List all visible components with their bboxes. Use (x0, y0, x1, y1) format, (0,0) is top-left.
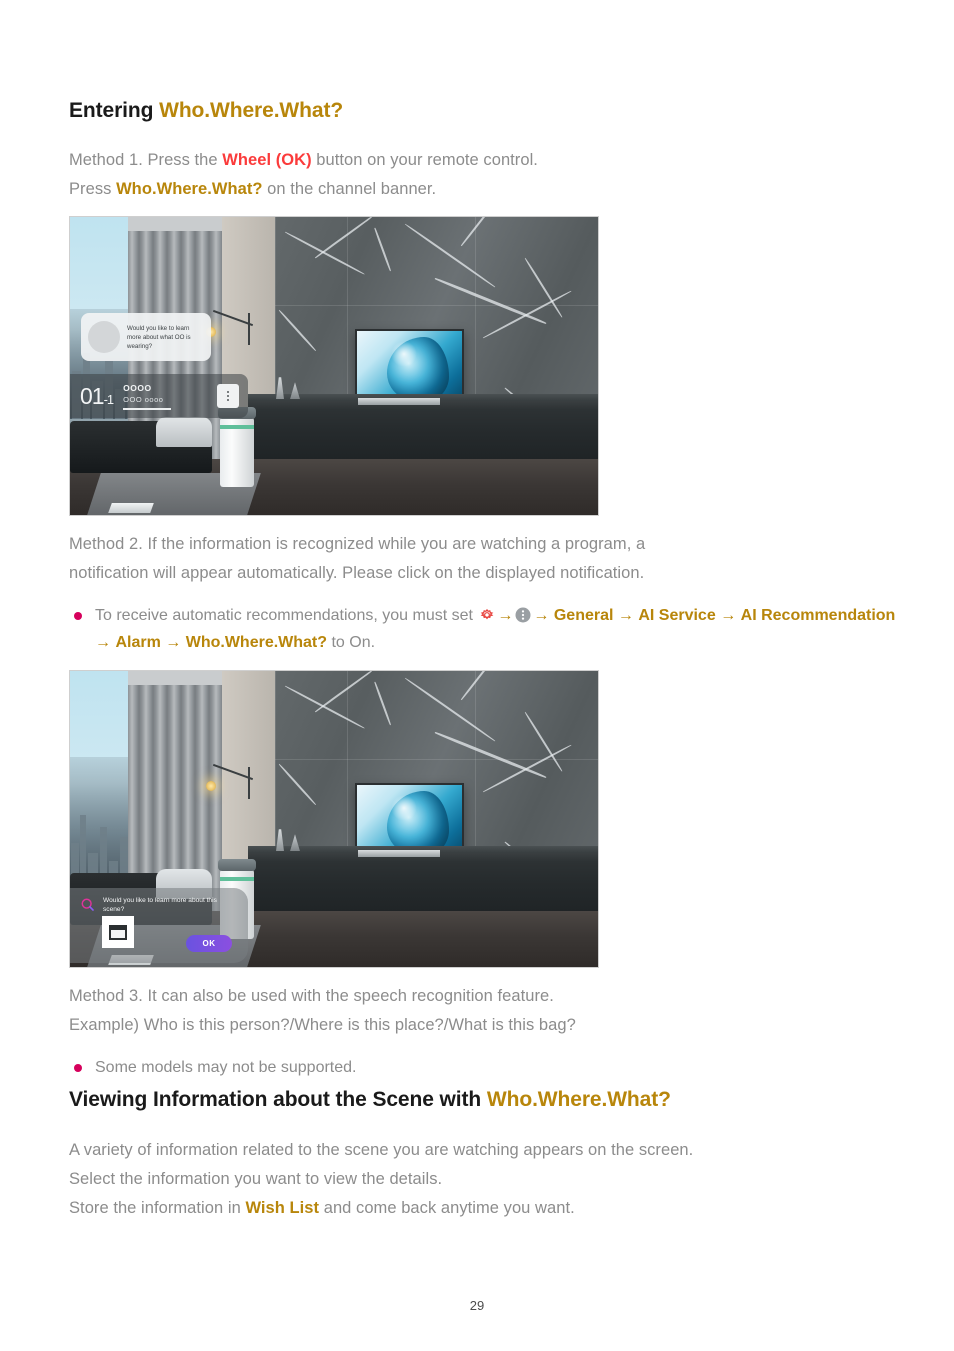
wall-lamp-support-2 (248, 767, 250, 800)
recommendation-bubble-text: Would you like to learn more about what … (127, 324, 191, 350)
document-page: Entering Who.Where.What? Method 1. Press… (0, 0, 954, 1351)
armchair-thumbnail-icon[interactable] (102, 916, 134, 949)
menu-path-who-where-what[interactable]: Who.Where.What? (186, 634, 327, 651)
section-2-line2: Select the information you want to view … (69, 1169, 443, 1188)
menu-path-alarm[interactable]: Alarm (115, 634, 160, 651)
list-item: Some models may not be supported. (69, 1054, 899, 1081)
page-number: 29 (469, 1298, 485, 1313)
channel-progress-bar (123, 407, 172, 410)
method1-line1-a: Method 1. Press the (69, 151, 223, 170)
bullet-dot-icon (74, 1064, 82, 1073)
menu-path-general[interactable]: General (554, 607, 614, 624)
bullet-1-text-a: To receive automatic recommendations, yo… (95, 607, 478, 625)
scene-card-header: Would you like to learn more about this … (70, 888, 248, 914)
method3-paragraph: Method 3. It can also be used with the s… (69, 982, 899, 1040)
scene-card-text: Would you like to learn more about this … (103, 897, 217, 914)
method1-line1-b: button on your remote control. (311, 151, 538, 170)
recommendation-bubble[interactable]: Would you like to learn more about what … (81, 313, 211, 362)
channel-title: OOOO (123, 382, 152, 393)
settings-gear-icon (478, 606, 496, 624)
path-arrow-3: → (617, 607, 634, 625)
more-options-icon (514, 606, 532, 624)
page-content: Entering Who.Where.What? Method 1. Press… (69, 98, 899, 1223)
section-2-title: Viewing Information about the Scene with… (69, 1087, 899, 1113)
channel-meta: OOOO OOO oooo (123, 382, 172, 410)
section-2-line3-b: and come back anytime you want. (319, 1198, 575, 1217)
scene-recommendation-card[interactable]: Would you like to learn more about this … (70, 888, 248, 964)
menu-path-ai-recommendation[interactable]: AI Recommendation (741, 607, 896, 624)
channel-number-main: 01 (80, 382, 105, 409)
path-arrow-4: → (720, 607, 737, 625)
coffee-table-book (108, 503, 154, 514)
method1-paragraph: Method 1. Press the Wheel (OK) button on… (69, 146, 899, 204)
page-title-highlight: Who.Where.What? (159, 99, 344, 122)
section-2-title-prefix: Viewing Information about the Scene with (69, 1088, 487, 1112)
section-2-body: A variety of information related to the … (69, 1136, 899, 1223)
bullet-2-text: Some models may not be supported. (95, 1059, 357, 1077)
page-title-prefix: Entering (69, 99, 160, 122)
avatar (88, 321, 120, 354)
channel-number-sub: -1 (103, 391, 115, 407)
method1-line2-b: on the channel banner. (262, 180, 437, 199)
section-2-line1: A variety of information related to the … (69, 1140, 694, 1159)
channel-info: OOO oooo (123, 394, 164, 404)
method2-paragraph: Method 2. If the information is recogniz… (69, 530, 899, 588)
soundbar-2 (358, 850, 440, 858)
list-item: To receive automatic recommendations, yo… (69, 602, 899, 656)
path-arrow-5: → (95, 634, 111, 652)
path-arrow-2: → (533, 607, 550, 625)
wall-lamp-support (248, 313, 250, 346)
path-arrow-6: → (165, 634, 182, 652)
method3-line2: Example) Who is this person?/Where is th… (69, 1016, 576, 1035)
air-purifier (218, 407, 256, 488)
figure-scene-card: Would you like to learn more about this … (69, 670, 599, 969)
sofa-cushion (156, 417, 212, 448)
section-2-title-highlight: Who.Where.What? (486, 1088, 671, 1112)
bullet-dot-icon (74, 612, 82, 621)
method3-line1: Method 3. It can also be used with the s… (69, 987, 554, 1006)
vertical-dots-icon[interactable] (217, 384, 239, 409)
method1-line2-highlight: Who.Where.What? (116, 180, 263, 199)
room-scene (70, 217, 598, 516)
armchair-glyph (109, 924, 127, 940)
bullet-1-text-b: to On. (327, 634, 376, 652)
bullet-1-text: To receive automatic recommendations, yo… (95, 602, 899, 656)
path-arrow-1: → (497, 607, 514, 625)
method2-line1: Method 2. If the information is recogniz… (69, 535, 646, 554)
figure-channel-banner: Would you like to learn more about what … (69, 216, 599, 517)
wheel-ok-highlight: Wheel (OK) (222, 151, 312, 170)
page-title: Entering Who.Where.What? (69, 98, 899, 124)
soundbar (358, 398, 440, 406)
ok-button[interactable]: OK (186, 935, 232, 953)
channel-number: 01 -1 (80, 382, 115, 410)
menu-path-ai-service[interactable]: AI Service (638, 607, 715, 624)
wish-list-highlight[interactable]: Wish List (245, 1199, 319, 1217)
channel-banner[interactable]: 01 -1 OOOO OOO oooo (70, 374, 248, 419)
magnifier-icon (80, 897, 96, 913)
method2-line2: notification will appear automatically. … (69, 564, 645, 583)
section-2-line3-a: Store the information in (69, 1198, 246, 1217)
method1-line2-a: Press (69, 180, 117, 199)
